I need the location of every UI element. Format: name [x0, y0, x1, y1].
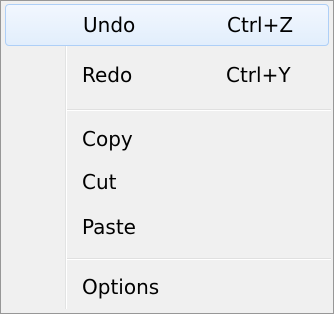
- menu-item-label: Options: [82, 275, 160, 299]
- menu-item-cut[interactable]: Cut: [5, 161, 329, 203]
- menu-item-options[interactable]: Options: [5, 266, 329, 308]
- menu-item-label: Undo: [83, 13, 136, 37]
- menu-item-shortcut: Ctrl+Y: [226, 63, 291, 87]
- menu-item-label: Paste: [82, 215, 136, 239]
- menu-item-paste[interactable]: Paste: [5, 206, 329, 248]
- menu-item-shortcut: Ctrl+Z: [227, 13, 294, 37]
- menu-separator-highlight: [67, 110, 331, 111]
- menu-item-copy[interactable]: Copy: [5, 118, 329, 160]
- menu-item-label: Cut: [82, 170, 117, 194]
- menu-item-redo[interactable]: Redo Ctrl+Y: [5, 54, 329, 96]
- menu-separator-highlight: [67, 259, 331, 260]
- menu-item-label: Copy: [82, 127, 133, 151]
- context-menu: Undo Ctrl+Z Redo Ctrl+Y Copy Cut Paste O…: [0, 0, 334, 314]
- menu-item-undo[interactable]: Undo Ctrl+Z: [5, 4, 329, 46]
- menu-item-label: Redo: [82, 63, 133, 87]
